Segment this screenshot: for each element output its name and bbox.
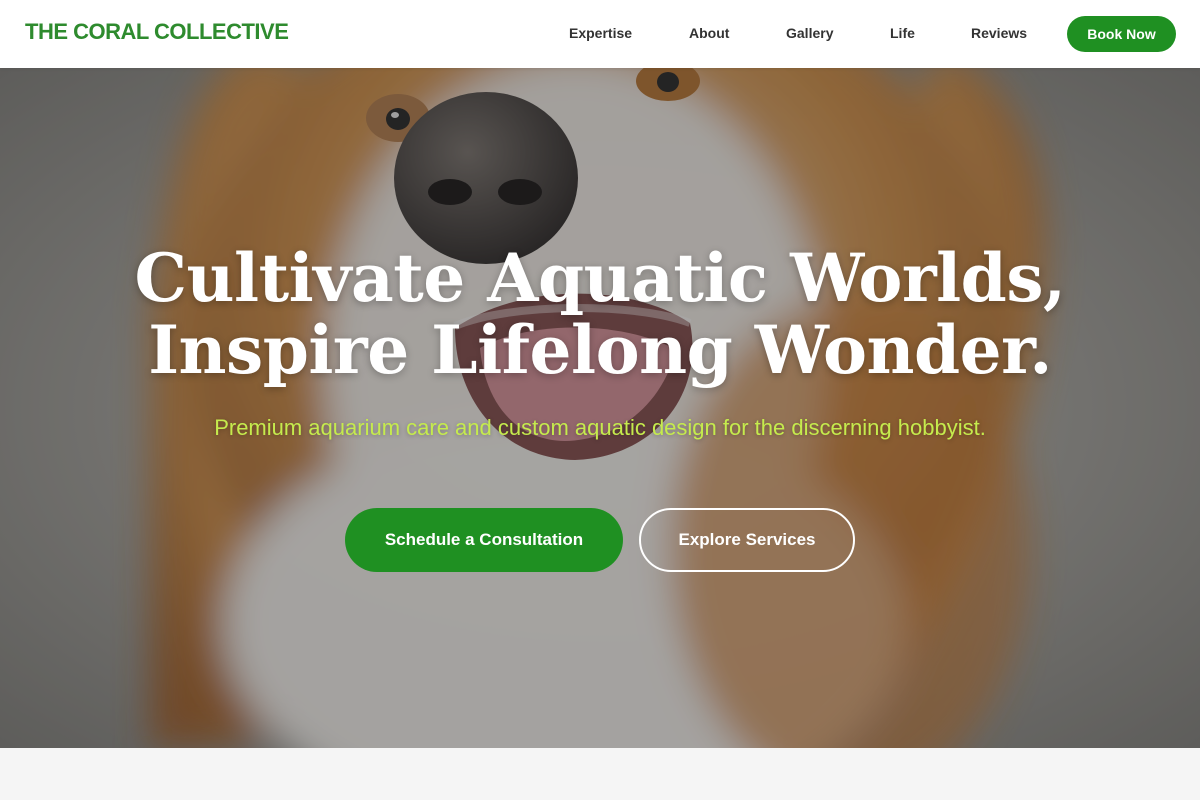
top-navigation: THE CORAL COLLECTIVE Expertise About Gal… bbox=[0, 0, 1200, 68]
explore-services-button[interactable]: Explore Services bbox=[639, 508, 855, 572]
hero-headline-line-1: Cultivate Aquatic Worlds, bbox=[134, 239, 1066, 317]
brand-logo[interactable]: THE CORAL COLLECTIVE bbox=[25, 19, 289, 45]
hero-headline-line-2: Inspire Lifelong Wonder. bbox=[148, 311, 1052, 389]
nav-link-gallery[interactable]: Gallery bbox=[786, 25, 833, 41]
nav-link-life[interactable]: Life bbox=[890, 25, 915, 41]
nav-link-expertise[interactable]: Expertise bbox=[569, 25, 632, 41]
nav-link-about[interactable]: About bbox=[689, 25, 729, 41]
hero-section: Cultivate Aquatic Worlds, Inspire Lifelo… bbox=[0, 68, 1200, 748]
next-section-strip bbox=[0, 748, 1200, 800]
schedule-consultation-button[interactable]: Schedule a Consultation bbox=[345, 508, 623, 572]
hero-overlay bbox=[0, 68, 1200, 748]
book-now-button[interactable]: Book Now bbox=[1067, 16, 1176, 52]
hero-headline: Cultivate Aquatic Worlds, Inspire Lifelo… bbox=[100, 242, 1100, 386]
hero-subtitle: Premium aquarium care and custom aquatic… bbox=[214, 415, 986, 440]
nav-link-reviews[interactable]: Reviews bbox=[971, 25, 1027, 41]
